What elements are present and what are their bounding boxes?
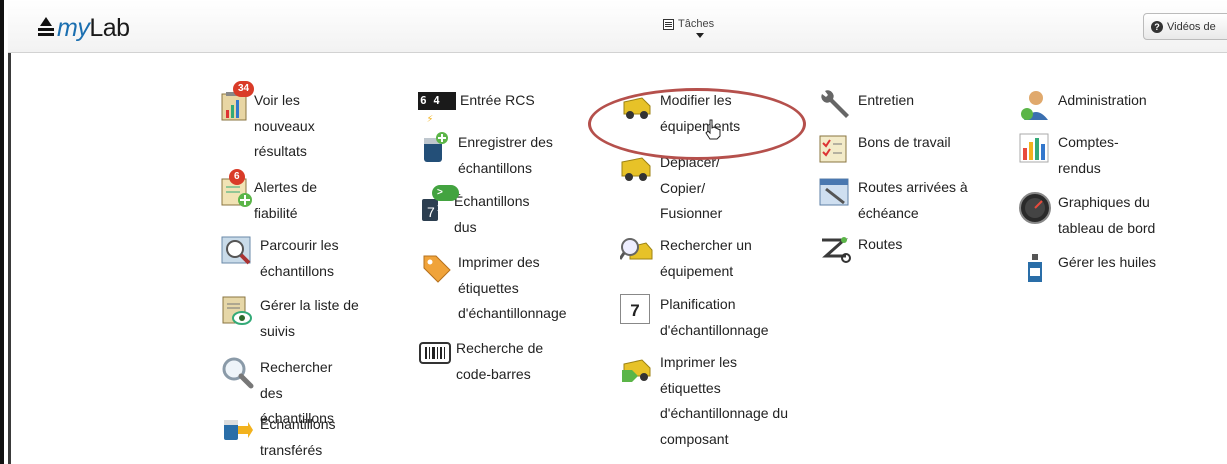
tag-icon [418, 250, 452, 284]
wrench-icon [818, 88, 852, 122]
menu-item-label: Voir les nouveaux résultats [254, 92, 315, 159]
menu-item-register-samples[interactable]: Enregistrer des échantillons [418, 130, 573, 181]
videos-label: Vidéos de [1167, 20, 1216, 33]
dashboard-gauge-icon [1018, 190, 1052, 224]
badge-reliability-alerts: 6 [229, 169, 245, 185]
menu-item-label: Graphiques du tableau de bord [1058, 194, 1156, 236]
badge-new-results: 34 [233, 81, 255, 97]
menu-item-print-sample-labels[interactable]: Imprimer des étiquettes d'échantillonnag… [418, 250, 588, 327]
menu-item-routes[interactable]: Routes [818, 232, 902, 266]
samples-due-icon: 7 > 100 [418, 185, 459, 223]
menu-item-barcode-search[interactable]: Recherche de code-barres [418, 336, 566, 387]
menu-item-transferred-samples[interactable]: Échantillons transférés [220, 412, 355, 463]
menu-item-move-copy-merge[interactable]: Déplacer/ Copier/ Fusionner [620, 150, 750, 227]
menu-item-label: Recherche de code-barres [456, 340, 544, 382]
logo-drop-icon [38, 17, 54, 36]
menu-item-label: Routes [858, 236, 903, 252]
menu-item-sampling-schedule[interactable]: 7 Planification d'échantillonnage [620, 292, 795, 343]
work-order-icon [818, 130, 852, 164]
top-navbar: myLab Tâches ? Vidéos de [8, 0, 1227, 53]
menu-item-label: Échantillons dus [454, 193, 530, 235]
menu-item-label: Gérer les huiles [1058, 254, 1157, 270]
videos-button[interactable]: ? Vidéos de [1143, 13, 1227, 40]
menu-item-label: Planification d'échantillonnage [660, 296, 769, 338]
browse-samples-icon [220, 233, 254, 267]
menu-item-watch-list[interactable]: Gérer la liste de suivis [220, 293, 380, 344]
menu-item-samples-due[interactable]: 7 > 100 Échantillons dus [418, 185, 544, 240]
menu-item-label: Parcourir les échantillons [260, 237, 339, 279]
menu-item-administration[interactable]: Administration [1018, 88, 1147, 122]
menu-item-browse-samples[interactable]: Parcourir les échantillons [220, 233, 355, 284]
menu-item-label: Gérer la liste de suivis [260, 297, 359, 339]
magnifier-icon [220, 355, 254, 389]
due-routes-icon [818, 175, 852, 209]
logo-text-my: my [57, 13, 90, 42]
badge-samples-due: > 100 [432, 185, 459, 214]
list-icon [663, 18, 674, 30]
svg-text:7: 7 [427, 204, 435, 220]
rcs-entry-icon: 6 4 5⚡ [418, 92, 456, 125]
reliability-alert-icon: 6 [220, 169, 254, 209]
truck-move-icon [620, 150, 654, 184]
menu-item-print-component-labels[interactable]: Imprimer les étiquettes d'échantillonnag… [620, 350, 795, 452]
calendar-icon: 7 [620, 292, 654, 326]
register-samples-icon [418, 130, 452, 164]
logo-text-lab: Lab [89, 13, 130, 42]
menu-item-edit-equipment[interactable]: Modifier les équipements [620, 88, 780, 139]
menu-item-label: Entretien [858, 92, 915, 108]
calendar-day: 7 [620, 294, 650, 324]
menu-item-search-equipment[interactable]: Rechercher un équipement [618, 233, 780, 284]
menu-item-label: Entrée RCS [460, 92, 535, 108]
transferred-samples-icon [220, 412, 254, 446]
oil-bottle-icon [1018, 250, 1052, 284]
menu-item-due-routes[interactable]: Routes arrivées à échéance [818, 175, 978, 226]
menu-item-label: Imprimer les étiquettes d'échantillonnag… [660, 354, 789, 447]
routes-icon [818, 232, 852, 266]
tasks-dropdown[interactable]: Tâches [663, 18, 715, 38]
menu-item-manage-oils[interactable]: Gérer les huiles [1018, 250, 1156, 284]
menu-item-label: Rechercher un équipement [660, 237, 752, 279]
question-icon: ? [1151, 20, 1163, 33]
menu-item-label: Échantillons transférés [260, 416, 336, 458]
mylab-logo[interactable]: myLab [36, 14, 130, 42]
tasks-label: Tâches [678, 18, 715, 30]
menu-item-rcs-entry[interactable]: 6 4 5⚡ Entrée RCS [418, 88, 535, 125]
menu-item-new-results[interactable]: 34 Voir les nouveaux résultats [220, 81, 349, 165]
window-left-border [0, 0, 11, 464]
menu-item-label: Alertes de fiabilité [254, 179, 318, 221]
barcode-icon [418, 336, 452, 370]
admin-user-icon [1018, 88, 1052, 122]
menu-item-label: Administration [1058, 92, 1147, 108]
menu-item-label: Enregistrer des échantillons [458, 134, 553, 176]
menu-item-maintenance[interactable]: Entretien [818, 88, 914, 122]
reports-chart-icon [1018, 130, 1052, 164]
menu-item-label: Bons de travail [858, 134, 951, 150]
menu-item-dashboard-charts[interactable]: Graphiques du tableau de bord [1018, 190, 1178, 241]
clipboard-chart-icon: 34 [220, 81, 255, 122]
menu-item-label: Imprimer des étiquettes d'échantillonnag… [458, 254, 567, 321]
menu-item-label: Déplacer/ Copier/ Fusionner [660, 154, 723, 221]
menu-item-reliability-alerts[interactable]: 6 Alertes de fiabilité [220, 169, 349, 226]
equipment-search-icon [618, 233, 654, 267]
menu-item-label: Routes arrivées à échéance [858, 179, 968, 221]
component-labels-icon [620, 350, 654, 384]
watch-list-icon [220, 293, 254, 327]
menu-item-work-orders[interactable]: Bons de travail [818, 130, 951, 164]
truck-edit-icon [620, 88, 654, 122]
hand-cursor-icon [705, 119, 721, 140]
menu-item-label: Comptes-rendus [1058, 134, 1119, 176]
menu-item-reports[interactable]: Comptes-rendus [1018, 130, 1143, 181]
chevron-down-icon [696, 33, 704, 38]
